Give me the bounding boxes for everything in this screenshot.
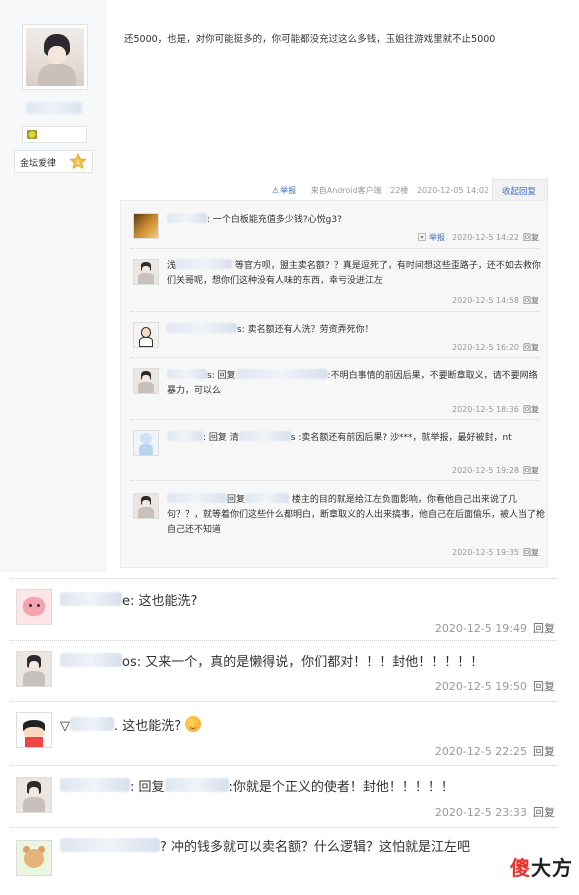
reply-button[interactable]: 回复	[533, 745, 555, 758]
reply-button[interactable]: 回复	[523, 343, 539, 352]
username-blurred[interactable]	[60, 778, 130, 792]
username-blurred[interactable]	[245, 493, 290, 503]
username-blurred[interactable]	[167, 213, 207, 223]
author-name-blurred[interactable]	[26, 102, 82, 114]
client-source: 来自Android客户端	[310, 186, 382, 195]
reply-text: : 回复:你就是个正义的使者！封他！！！！！	[60, 778, 550, 798]
avatar[interactable]	[16, 840, 52, 876]
reply-button[interactable]: 回复	[533, 622, 555, 635]
avatar[interactable]	[16, 777, 52, 813]
sub-reply-list: : 一个白板能充值多少钱?心悦g3? 举报 2020-12-5 14:22 回复 …	[120, 200, 548, 568]
username-blurred[interactable]	[167, 369, 207, 379]
list-item: 回复 楼主的目的就是给江左负面影响，你看他自己出来说了几句？？，就等着你们这些什…	[121, 481, 549, 569]
reply-text: s: 卖名额还有人洗？劳资弄死你！	[167, 323, 545, 338]
avatar[interactable]	[16, 712, 52, 748]
reply-button[interactable]: 回复	[533, 680, 555, 693]
post-content: 还5000，也是，对你可能挺多的，你可能都没充过这么多钱，玉姐往游戏里就不止50…	[124, 34, 496, 45]
list-item: s: 卖名额还有人洗？劳资弄死你！ 2020-12-5 16:20 回复	[121, 312, 549, 358]
username-blurred[interactable]	[167, 493, 227, 503]
reply-button[interactable]: 回复	[533, 806, 555, 819]
list-item: os: 又来一个，真的是懒得说，你们都对！！！封他！！！！！ 2020-12-5…	[0, 641, 579, 702]
award-label: 金坛爱律	[20, 159, 57, 169]
report-icon: ⚠	[272, 186, 280, 195]
avatar[interactable]	[133, 368, 159, 394]
list-item: ▽. 这也能洗? 2020-12-5 22:25 回复	[0, 702, 579, 766]
list-item: ? 冲的钱多就可以卖名额？什么逻辑？这怕就是江左吧	[0, 828, 579, 895]
award-box: 金坛爱律 6	[14, 150, 93, 173]
reply-meta: 2020-12-5 16:20 回复	[452, 343, 539, 352]
avatar[interactable]	[16, 651, 52, 687]
username-blurred[interactable]	[70, 717, 114, 731]
reply-meta: 2020-12-5 18:36 回复	[452, 405, 539, 414]
avatar-image	[26, 28, 84, 86]
username-blurred[interactable]	[238, 431, 291, 441]
reply-list: e: 这也能洗? 2020-12-5 19:49 回复 os: 又来一个，真的是懒…	[0, 572, 579, 895]
username-blurred[interactable]	[167, 431, 203, 441]
list-item: : 回复 清s :卖名额还有前因后果? 沙***，就举报，最好被封，nt 202…	[121, 420, 549, 481]
avatar[interactable]	[133, 213, 159, 239]
reply-meta: 2020-12-5 19:50 回复	[434, 680, 555, 693]
reply-meta: 2020-12-5 19:35 回复	[452, 548, 539, 557]
list-item: s: 回复:不明白事情的前因后果，不要断章取义，请不要网络暴力，可以么 2020…	[121, 358, 549, 420]
floor-number: 22楼	[390, 186, 409, 195]
watermark-logo: 傻大方	[510, 856, 573, 880]
username-blurred[interactable]	[164, 778, 229, 792]
report-link[interactable]: 举报	[418, 232, 445, 243]
post-time: 2020-12-05 14:02	[416, 186, 490, 195]
reply-button[interactable]: 回复	[523, 548, 539, 557]
reply-meta: 2020-12-5 19:49 回复	[434, 622, 555, 635]
dropdown-icon	[418, 233, 426, 241]
avatar[interactable]	[16, 589, 52, 625]
reply-text: ▽. 这也能洗?	[60, 716, 550, 737]
report-link[interactable]: ⚠举报	[272, 186, 302, 195]
username-blurred[interactable]	[176, 259, 233, 269]
post-floor-22: 金坛爱律 6 还5000，也是，对你可能挺多的，你可能都没充过这么多钱，玉姐往游…	[0, 0, 579, 572]
username-blurred[interactable]	[60, 592, 122, 606]
reply-meta: 2020-12-5 22:25 回复	[434, 745, 555, 758]
toggle-replies-link[interactable]: 收起回复	[502, 185, 536, 197]
avatar[interactable]	[133, 430, 159, 456]
reply-text: os: 又来一个，真的是懒得说，你们都对！！！封他！！！！！	[60, 653, 550, 673]
username-blurred[interactable]	[167, 323, 237, 333]
reply-text: : 回复 清s :卖名额还有前因后果? 沙***，就举报，最好被封，nt	[167, 431, 545, 446]
username-blurred[interactable]	[60, 653, 122, 667]
reply-meta: 2020-12-5 23:33 回复	[434, 806, 555, 819]
reply-text: 浅 等官方呗，盟主卖名额？？真是逗死了，有时间想这些歪路子，还不如去救你们关哥呢…	[167, 259, 541, 286]
reply-button[interactable]: 回复	[523, 296, 539, 305]
username-blurred[interactable]	[235, 369, 328, 379]
author-sidebar: 金坛爱律 6	[0, 0, 106, 572]
list-item: : 回复:你就是个正义的使者！封他！！！！！ 2020-12-5 23:33 回复	[0, 766, 579, 828]
reply-button[interactable]: 回复	[523, 405, 539, 414]
username-blurred[interactable]	[60, 838, 160, 852]
reply-text: e: 这也能洗?	[60, 592, 550, 612]
post-tail: ⚠举报 来自Android客户端 22楼 2020-12-05 14:02	[272, 185, 495, 196]
reply-button[interactable]: 回复	[523, 466, 539, 475]
list-item: e: 这也能洗? 2020-12-5 19:49 回复	[0, 578, 579, 641]
level-badge[interactable]	[22, 126, 87, 143]
reply-text: s: 回复:不明白事情的前因后果，不要断章取义，请不要网络暴力，可以么	[167, 369, 538, 396]
reply-text: 回复 楼主的目的就是给江左负面影响，你看他自己出来说了几句？？，就等着你们这些什…	[167, 493, 546, 535]
list-item: : 一个白板能充值多少钱?心悦g3? 举报 2020-12-5 14:22 回复	[121, 201, 549, 249]
avatar[interactable]	[133, 493, 159, 519]
reply-meta: 2020-12-5 14:22 回复	[452, 233, 539, 242]
reply-text: ? 冲的钱多就可以卖名额？什么逻辑？这怕就是江左吧	[60, 838, 510, 858]
reply-meta: 2020-12-5 14:58 回复	[452, 296, 539, 305]
award-badge-icon: 6	[69, 153, 87, 170]
reply-button[interactable]: 回复	[523, 233, 539, 242]
author-avatar[interactable]	[22, 24, 88, 90]
level-icon	[27, 130, 37, 139]
reply-text: : 一个白板能充值多少钱?心悦g3?	[167, 213, 545, 228]
avatar[interactable]	[133, 322, 159, 348]
avatar[interactable]	[133, 259, 159, 285]
svg-text:6: 6	[76, 161, 80, 167]
list-item: 浅 等官方呗，盟主卖名额？？真是逗死了，有时间想这些歪路子，还不如去救你们关哥呢…	[121, 249, 549, 312]
reply-meta: 2020-12-5 19:28 回复	[452, 466, 539, 475]
emoji-icon	[185, 716, 202, 732]
